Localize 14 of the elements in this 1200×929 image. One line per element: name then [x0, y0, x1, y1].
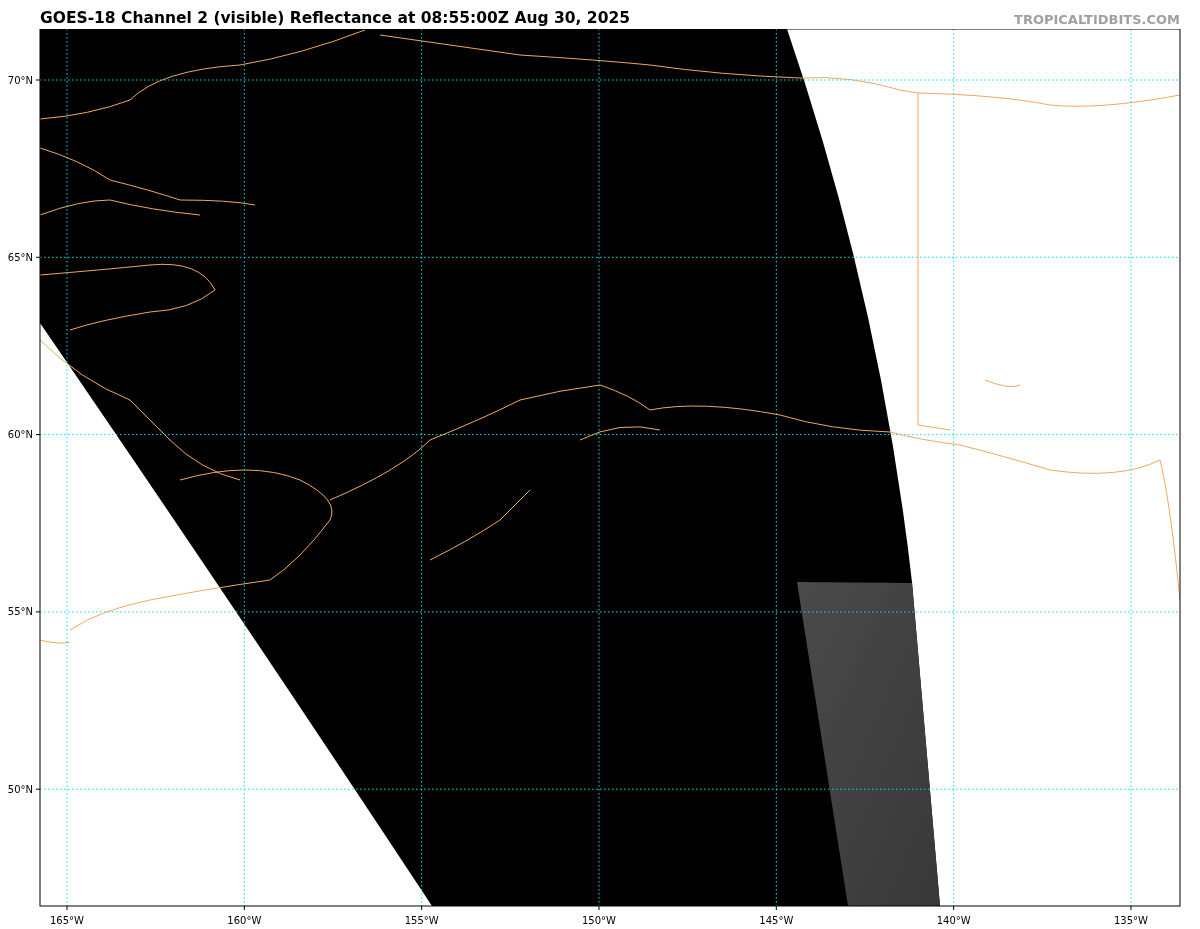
chart-title: GOES-18 Channel 2 (visible) Reflectance at 08:55:00Z Aug 30, 2025 [40, 9, 630, 27]
longitude-label: 160°W [227, 915, 262, 926]
latitude-label: 70°N [7, 74, 33, 86]
longitude-label: 135°W [1114, 915, 1148, 926]
latitude-label: 60°N [7, 429, 33, 441]
longitude-label: 155°W [404, 915, 439, 926]
site-credit: TROPICALTIDBITS.COM [1014, 12, 1180, 27]
longitude-label: 140°W [936, 915, 971, 926]
latitude-label: 55°N [7, 606, 33, 618]
latitude-label: 65°N [7, 251, 33, 263]
longitude-label: 150°W [582, 915, 616, 926]
longitude-label: 145°W [759, 915, 794, 926]
longitude-label: 165°W [50, 915, 84, 926]
latitude-label: 50°N [7, 783, 33, 795]
